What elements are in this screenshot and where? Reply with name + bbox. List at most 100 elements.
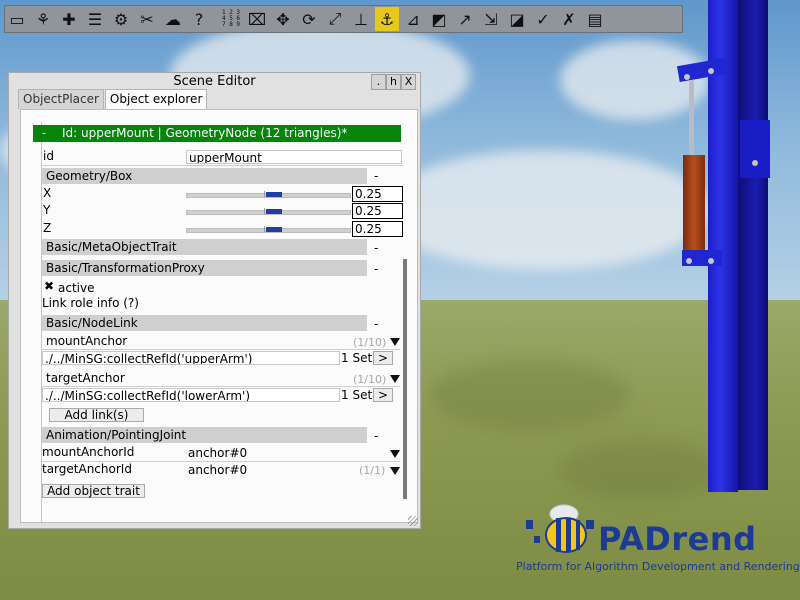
target-anchor-set-button[interactable]: 1 Set [341, 388, 372, 403]
target-anchor-dropdown-icon[interactable] [390, 375, 400, 383]
editor-tabs: ObjectPlacer Object explorer [18, 89, 208, 109]
id-field[interactable]: upperMount [186, 150, 402, 164]
node-link-collapse-toggle[interactable]: - [374, 317, 378, 332]
mount-anchor-id-dropdown-icon[interactable] [390, 450, 400, 458]
window-hide-button[interactable]: h [386, 74, 401, 90]
mark-plane-icon[interactable]: ✗ [557, 7, 581, 31]
folder-icon[interactable]: ▭ [5, 7, 29, 31]
bolt [684, 74, 690, 80]
bolt [686, 258, 692, 264]
x-label: X [43, 186, 52, 200]
slider-tick [264, 226, 265, 232]
link-role-info[interactable]: Link role info (?) [42, 296, 139, 311]
padrend-logo: PADrend Platform for Algorithm Developme… [506, 488, 800, 588]
measure-icon[interactable]: ⊿ [401, 7, 425, 31]
bolt [752, 160, 758, 166]
slider-tick [264, 191, 265, 197]
active-checkbox[interactable]: ✖ [44, 280, 54, 293]
tools-icon[interactable]: ✂ [135, 7, 159, 31]
y-value-field[interactable]: 0.25 [352, 203, 403, 219]
mount-anchor-go-button[interactable]: > [373, 351, 393, 365]
panel-scrollbar[interactable] [403, 259, 407, 499]
slider-knob[interactable] [266, 192, 282, 197]
weather-icon[interactable]: ☁ [161, 7, 185, 31]
geometry-collapse-toggle[interactable]: - [374, 169, 378, 184]
section-meta-object-trait: Basic/MetaObjectTrait [42, 239, 367, 255]
logo-tagline: Platform for Algorithm Development and R… [516, 560, 800, 573]
number-grid-icon[interactable]: 1 2 3 4 5 6 7 8 9 [219, 7, 243, 31]
window-title: Scene Editor [173, 74, 256, 89]
target-anchor-id-counter: (1/1) [359, 464, 386, 477]
add-links-button[interactable]: Add link(s) [49, 408, 144, 422]
plane-select-icon[interactable]: ◩ [427, 7, 451, 31]
snap-icon[interactable]: ⊥ [349, 7, 373, 31]
slider-tick [264, 208, 265, 214]
target-anchor-query[interactable]: ./../MinSG:collectRefId('lowerArm') [42, 388, 340, 402]
tab-object-placer[interactable]: ObjectPlacer [18, 89, 104, 109]
target-anchor-id-label: targetAnchorId [42, 462, 132, 476]
tab-object-explorer[interactable]: Object explorer [104, 89, 208, 109]
mount-anchor-label: mountAnchor [46, 334, 128, 348]
target-anchor-id-dropdown-icon[interactable] [390, 467, 400, 475]
logo-brand: PADrend [598, 520, 757, 558]
z-value-field[interactable]: 0.25 [352, 221, 403, 237]
cloud [380, 150, 710, 270]
window-resize-grip[interactable] [408, 516, 418, 526]
mount-anchor-id-label: mountAnchorId [42, 445, 135, 459]
mount-anchor-counter: (1/10) [353, 336, 387, 349]
puzzle-icon[interactable]: ✚ [57, 7, 81, 31]
node-header[interactable]: - Id: upperMount | GeometryNode (12 tria… [33, 125, 401, 142]
window-minimize-button[interactable]: . [371, 74, 386, 90]
piston-sleeve [683, 155, 705, 250]
list-icon[interactable]: ☰ [83, 7, 107, 31]
transformation-proxy-collapse-toggle[interactable]: - [374, 262, 378, 277]
document-icon[interactable]: ▤ [583, 7, 607, 31]
slider-knob[interactable] [266, 209, 282, 214]
mount-anchor-query[interactable]: ./../MinSG:collectRefId('upperArm') [42, 351, 340, 365]
camera-icon[interactable]: ⌧ [245, 7, 269, 31]
anchor-icon[interactable]: ⚓ [375, 7, 399, 31]
active-label: active [58, 281, 95, 295]
scale-icon[interactable]: ⤢ [323, 7, 347, 31]
divider [41, 165, 403, 166]
section-geometry-box: Geometry/Box [42, 168, 367, 184]
rotate-icon[interactable]: ⟳ [297, 7, 321, 31]
check-plane-icon[interactable]: ✓ [531, 7, 555, 31]
pointing-joint-collapse-toggle[interactable]: - [374, 429, 378, 444]
main-toolbar: ▭ ⚘ ✚ ☰ ⚙ ✂ ☁? 1 2 3 4 5 6 7 8 9 ⌧ ✥ ⟳ ⤢ ⊥ ⚓ ⊿ ◩ ↗ ⇲ ◪ ✓ ✗ ▤ [4, 5, 683, 33]
mount-anchor-dropdown-icon[interactable] [390, 338, 400, 346]
z-label: Z [43, 221, 52, 235]
node-collapse-toggle[interactable]: - [33, 125, 55, 142]
slash-select-icon[interactable]: ◪ [505, 7, 529, 31]
target-anchor-id-select[interactable]: anchor#0 [186, 463, 346, 477]
tree-icon[interactable]: ⚘ [31, 7, 55, 31]
y-slider[interactable] [186, 204, 351, 218]
id-label: id [43, 149, 54, 163]
divider [42, 349, 400, 350]
help-icon[interactable]: ? [187, 7, 211, 31]
pillar-side [738, 0, 768, 490]
target-anchor-counter: (1/10) [353, 373, 387, 386]
z-slider[interactable] [186, 222, 351, 236]
target-anchor-go-button[interactable]: > [373, 388, 393, 402]
mount-anchor-id-select[interactable]: anchor#0 [186, 446, 386, 460]
arm-joint-block [740, 120, 770, 178]
node-header-title: Id: upperMount | GeometryNode (12 triang… [62, 126, 348, 140]
ground-patch [430, 360, 630, 430]
section-transformation-proxy: Basic/TransformationProxy [42, 260, 367, 276]
move-icon[interactable]: ✥ [271, 7, 295, 31]
section-pointing-joint: Animation/PointingJoint [42, 427, 367, 443]
x-slider[interactable] [186, 187, 351, 201]
meta-trait-collapse-toggle[interactable]: - [374, 241, 378, 256]
gear-icon[interactable]: ⚙ [109, 7, 133, 31]
add-object-trait-button[interactable]: Add object trait [42, 484, 145, 498]
arrow-transform-icon[interactable]: ↗ [453, 7, 477, 31]
bolt [708, 68, 714, 74]
mount-anchor-set-button[interactable]: 1 Set [341, 351, 372, 366]
bolt [708, 258, 714, 264]
axis-icon[interactable]: ⇲ [479, 7, 503, 31]
window-close-button[interactable]: X [401, 74, 416, 90]
x-value-field[interactable]: 0.25 [352, 186, 403, 202]
slider-knob[interactable] [266, 227, 282, 232]
section-node-link: Basic/NodeLink [42, 315, 367, 331]
